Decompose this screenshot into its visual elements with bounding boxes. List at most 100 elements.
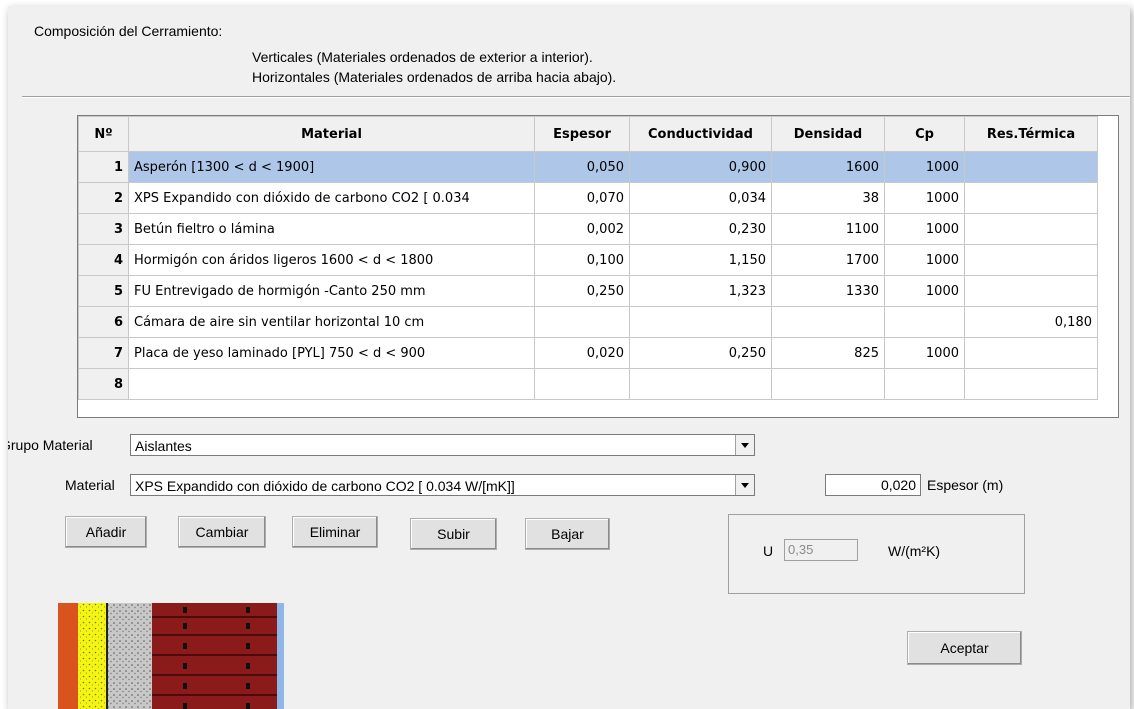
- col-header-res-termica[interactable]: Res.Térmica: [964, 116, 1098, 152]
- layer-pyl: [277, 603, 284, 709]
- move-down-button[interactable]: Bajar: [525, 518, 610, 550]
- cp-cell[interactable]: 1000: [884, 182, 965, 214]
- cp-cell[interactable]: [884, 368, 965, 400]
- densidad-cell[interactable]: 1700: [771, 244, 885, 276]
- res-termica-cell[interactable]: 0,180: [964, 306, 1098, 338]
- conductividad-cell[interactable]: 0,034: [629, 182, 772, 214]
- conductividad-cell[interactable]: 1,150: [629, 244, 772, 276]
- table-row[interactable]: 2 XPS Expandido con dióxido de carbono CO…: [78, 182, 1098, 214]
- col-header-densidad[interactable]: Densidad: [771, 116, 885, 152]
- grupo-material-select[interactable]: Aislantes: [130, 434, 755, 456]
- densidad-cell[interactable]: [771, 368, 885, 400]
- densidad-cell[interactable]: 1100: [771, 213, 885, 245]
- cp-cell[interactable]: 1000: [884, 244, 965, 276]
- u-label: U: [763, 543, 774, 559]
- row-number-cell[interactable]: 8: [78, 368, 129, 400]
- conductividad-cell[interactable]: 1,323: [629, 275, 772, 307]
- densidad-cell[interactable]: 38: [771, 182, 885, 214]
- vertical-note: Verticales (Materiales ordenados de exte…: [252, 49, 593, 65]
- res-termica-cell[interactable]: [964, 368, 1098, 400]
- table-row[interactable]: 1 Asperón [1300 < d < 1900] 0,050 0,900 1600…: [78, 151, 1098, 183]
- espesor-cell[interactable]: [534, 306, 630, 338]
- espesor-cell[interactable]: [534, 368, 630, 400]
- table-row[interactable]: 4 Hormigón con áridos ligeros 1600 < d < …: [78, 244, 1098, 276]
- table-row[interactable]: 7 Placa de yeso laminado [PYL] 750 < d < …: [78, 337, 1098, 369]
- material-cell[interactable]: Betún fieltro o lámina: [128, 213, 535, 245]
- materials-grid: Nº Material Espesor Conductividad Densid…: [78, 116, 1098, 400]
- u-value-field: 0,35: [784, 539, 858, 561]
- conductividad-cell[interactable]: [629, 368, 772, 400]
- row-number-cell[interactable]: 4: [78, 244, 129, 276]
- conductividad-cell[interactable]: 0,900: [629, 151, 772, 183]
- grupo-material-label: Grupo Material: [8, 437, 93, 453]
- espesor-input[interactable]: 0,020: [825, 474, 921, 496]
- move-up-button[interactable]: Subir: [410, 518, 497, 550]
- espesor-cell[interactable]: 0,070: [534, 182, 630, 214]
- u-unit-label: W/(m²K): [888, 543, 941, 559]
- densidad-cell[interactable]: 825: [771, 337, 885, 369]
- material-cell[interactable]: Placa de yeso laminado [PYL] 750 < d < 9…: [128, 337, 535, 369]
- espesor-cell[interactable]: 0,050: [534, 151, 630, 183]
- espesor-cell[interactable]: 0,020: [534, 337, 630, 369]
- horizontal-note: Horizontales (Materiales ordenados de ar…: [252, 69, 617, 85]
- col-header-espesor[interactable]: Espesor: [534, 116, 630, 152]
- res-termica-cell[interactable]: [964, 244, 1098, 276]
- res-termica-cell[interactable]: [964, 151, 1098, 183]
- table-row[interactable]: 5 FU Entrevigado de hormigón -Canto 250 m…: [78, 275, 1098, 307]
- conductividad-cell[interactable]: 0,250: [629, 337, 772, 369]
- row-number-cell[interactable]: 6: [78, 306, 129, 338]
- densidad-cell[interactable]: 1330: [771, 275, 885, 307]
- espesor-label: Espesor (m): [927, 477, 1004, 493]
- material-cell[interactable]: Cámara de aire sin ventilar horizontal 1…: [128, 306, 535, 338]
- delete-button[interactable]: Eliminar: [292, 516, 378, 548]
- material-cell[interactable]: Hormigón con áridos ligeros 1600 < d < 1…: [128, 244, 535, 276]
- grid-header-row: Nº Material Espesor Conductividad Densid…: [78, 116, 1098, 152]
- row-number-cell[interactable]: 7: [78, 337, 129, 369]
- espesor-cell[interactable]: 0,250: [534, 275, 630, 307]
- chevron-down-icon[interactable]: [735, 435, 754, 455]
- res-termica-cell[interactable]: [964, 275, 1098, 307]
- layer-xps: [78, 603, 106, 709]
- table-row[interactable]: 6 Cámara de aire sin ventilar horizontal …: [78, 306, 1098, 338]
- material-cell[interactable]: XPS Expandido con dióxido de carbono CO2…: [128, 182, 535, 214]
- densidad-cell[interactable]: [771, 306, 885, 338]
- densidad-cell[interactable]: 1600: [771, 151, 885, 183]
- composition-title: Composición del Cerramiento:: [34, 23, 223, 39]
- cp-cell[interactable]: 1000: [884, 151, 965, 183]
- material-label: Material: [65, 477, 115, 493]
- add-button[interactable]: Añadir: [65, 516, 147, 548]
- res-termica-cell[interactable]: [964, 182, 1098, 214]
- accept-button[interactable]: Aceptar: [907, 631, 1022, 665]
- row-number-cell[interactable]: 2: [78, 182, 129, 214]
- row-number-cell[interactable]: 5: [78, 275, 129, 307]
- material-cell[interactable]: [128, 368, 535, 400]
- cp-cell[interactable]: [884, 306, 965, 338]
- dialog-panel: Composición del Cerramiento: Verticales …: [8, 6, 1130, 709]
- col-header-conductividad[interactable]: Conductividad: [629, 116, 772, 152]
- row-number-cell[interactable]: 3: [78, 213, 129, 245]
- row-number-cell[interactable]: 1: [78, 151, 129, 183]
- separator: [22, 96, 1130, 98]
- espesor-cell[interactable]: 0,100: [534, 244, 630, 276]
- conductividad-cell[interactable]: 0,230: [629, 213, 772, 245]
- cp-cell[interactable]: 1000: [884, 337, 965, 369]
- cp-cell[interactable]: 1000: [884, 275, 965, 307]
- col-header-n[interactable]: Nº: [78, 116, 129, 152]
- layer-betun: [106, 603, 108, 709]
- res-termica-cell[interactable]: [964, 213, 1098, 245]
- table-row[interactable]: 8: [78, 368, 1098, 400]
- col-header-cp[interactable]: Cp: [884, 116, 965, 152]
- layer-forjado: [152, 603, 277, 709]
- material-cell[interactable]: FU Entrevigado de hormigón -Canto 250 mm: [128, 275, 535, 307]
- cp-cell[interactable]: 1000: [884, 213, 965, 245]
- table-row[interactable]: 3 Betún fieltro o lámina 0,002 0,230 1100 100…: [78, 213, 1098, 245]
- material-cell[interactable]: Asperón [1300 < d < 1900]: [128, 151, 535, 183]
- espesor-cell[interactable]: 0,002: [534, 213, 630, 245]
- change-button[interactable]: Cambiar: [178, 516, 266, 548]
- material-select[interactable]: XPS Expandido con dióxido de carbono CO2…: [130, 474, 755, 496]
- chevron-down-icon[interactable]: [735, 475, 754, 495]
- col-header-material[interactable]: Material: [128, 116, 535, 152]
- layer-hormigon: [108, 603, 152, 709]
- res-termica-cell[interactable]: [964, 337, 1098, 369]
- conductividad-cell[interactable]: [629, 306, 772, 338]
